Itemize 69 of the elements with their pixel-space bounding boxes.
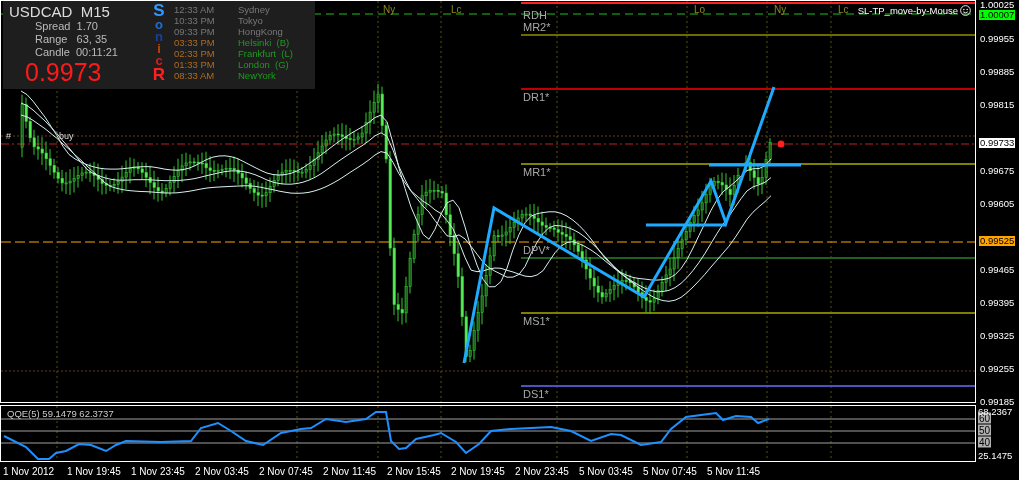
- session-time: 12:33 AM: [174, 4, 216, 15]
- order-hash: #: [6, 132, 11, 142]
- vertical-letter: n: [155, 31, 163, 43]
- vertical-letter: S: [153, 3, 165, 19]
- vertical-letter: o: [155, 19, 163, 31]
- indicator-label: QQE(5) 59.1479 62.3737: [7, 409, 114, 420]
- price-tick: 0.99955: [980, 32, 1015, 44]
- pivot-label: DR1*: [523, 91, 550, 104]
- pivot-label: MR1*: [523, 166, 551, 179]
- current-price: 0.9973: [24, 59, 103, 85]
- price-tick: 1.00025: [980, 0, 1015, 10]
- pivot-label: DS1*: [523, 388, 549, 401]
- time-tick: 1 Nov 2012: [3, 466, 55, 477]
- session-time: 09:33 PM: [174, 26, 216, 37]
- session-time: 10:33 PM: [174, 15, 216, 26]
- price-marker: 1.00007: [979, 10, 1016, 21]
- price-tick: 0.99465: [980, 263, 1015, 275]
- price-marker: 0.99525: [979, 235, 1016, 246]
- time-tick: 2 Nov 23:45: [515, 466, 569, 477]
- time-tick: 5 Nov 03:45: [579, 466, 633, 477]
- time-tick: 2 Nov 19:45: [451, 466, 505, 477]
- time-tick: 5 Nov 11:45: [707, 466, 761, 477]
- range-label: Range 63, 35: [34, 33, 109, 46]
- time-tick: 1 Nov 23:45: [131, 466, 185, 477]
- session-city: HongKong: [238, 26, 284, 37]
- candle-label: Candle 00:11:21: [34, 46, 119, 59]
- session-marker: Lc: [451, 4, 462, 15]
- session-marker: Lc: [838, 4, 849, 15]
- script-name: SL-TP_move-by-Mouse: [857, 5, 958, 16]
- session-marker: Ny: [383, 4, 396, 15]
- session-marker: Ny: [774, 4, 787, 15]
- vertical-letter: R: [152, 67, 166, 83]
- vertical-letter: i: [157, 43, 161, 55]
- price-tick: 0.99605: [980, 197, 1015, 209]
- session-time: 02:33 PM: [174, 48, 216, 59]
- pivot-label: MR2*: [523, 21, 551, 34]
- level-label: 40: [978, 436, 992, 448]
- time-tick: 5 Nov 07:45: [643, 466, 697, 477]
- time-tick: 1 Nov 19:45: [67, 466, 121, 477]
- price-tick: 0.99675: [980, 164, 1015, 176]
- session-city: Tokyo: [238, 15, 264, 26]
- symbol-label: USDCAD M15: [9, 3, 111, 20]
- indicator-min: 25.1475: [978, 449, 1013, 461]
- time-tick: 2 Nov 15:45: [387, 466, 441, 477]
- price-tick: 0.99255: [980, 362, 1015, 374]
- session-city: Helsinki (B): [238, 37, 291, 48]
- price-tick: 0.99815: [980, 98, 1015, 110]
- price-marker: 0.99733: [979, 137, 1016, 148]
- price-tick: 0.99885: [980, 65, 1015, 77]
- price-tick: 0.99185: [980, 395, 1015, 407]
- session-city: Frankfurt (L): [238, 48, 293, 59]
- price-tick: 0.99395: [980, 296, 1015, 308]
- time-tick: 2 Nov 03:45: [195, 466, 249, 477]
- session-city: Sydney: [238, 4, 271, 15]
- order-label: buy: [59, 132, 74, 142]
- session-time: 03:33 PM: [174, 37, 216, 48]
- session-marker: Lo: [694, 4, 706, 15]
- spread-label: Spread 1.70: [34, 20, 99, 33]
- time-tick: 2 Nov 11:45: [323, 466, 377, 477]
- price-tick: 0.99325: [980, 329, 1015, 341]
- session-time: 08:33 AM: [174, 70, 216, 81]
- vertical-letter: c: [155, 55, 163, 67]
- pivot-label: RDH: [523, 9, 547, 22]
- session-city: NewYork: [238, 70, 277, 81]
- session-time: 01:33 PM: [174, 59, 216, 70]
- time-tick: 2 Nov 07:45: [259, 466, 313, 477]
- session-city: London (G): [238, 59, 290, 70]
- level-label: 50: [978, 424, 992, 436]
- pivot-label: MS1*: [523, 315, 550, 328]
